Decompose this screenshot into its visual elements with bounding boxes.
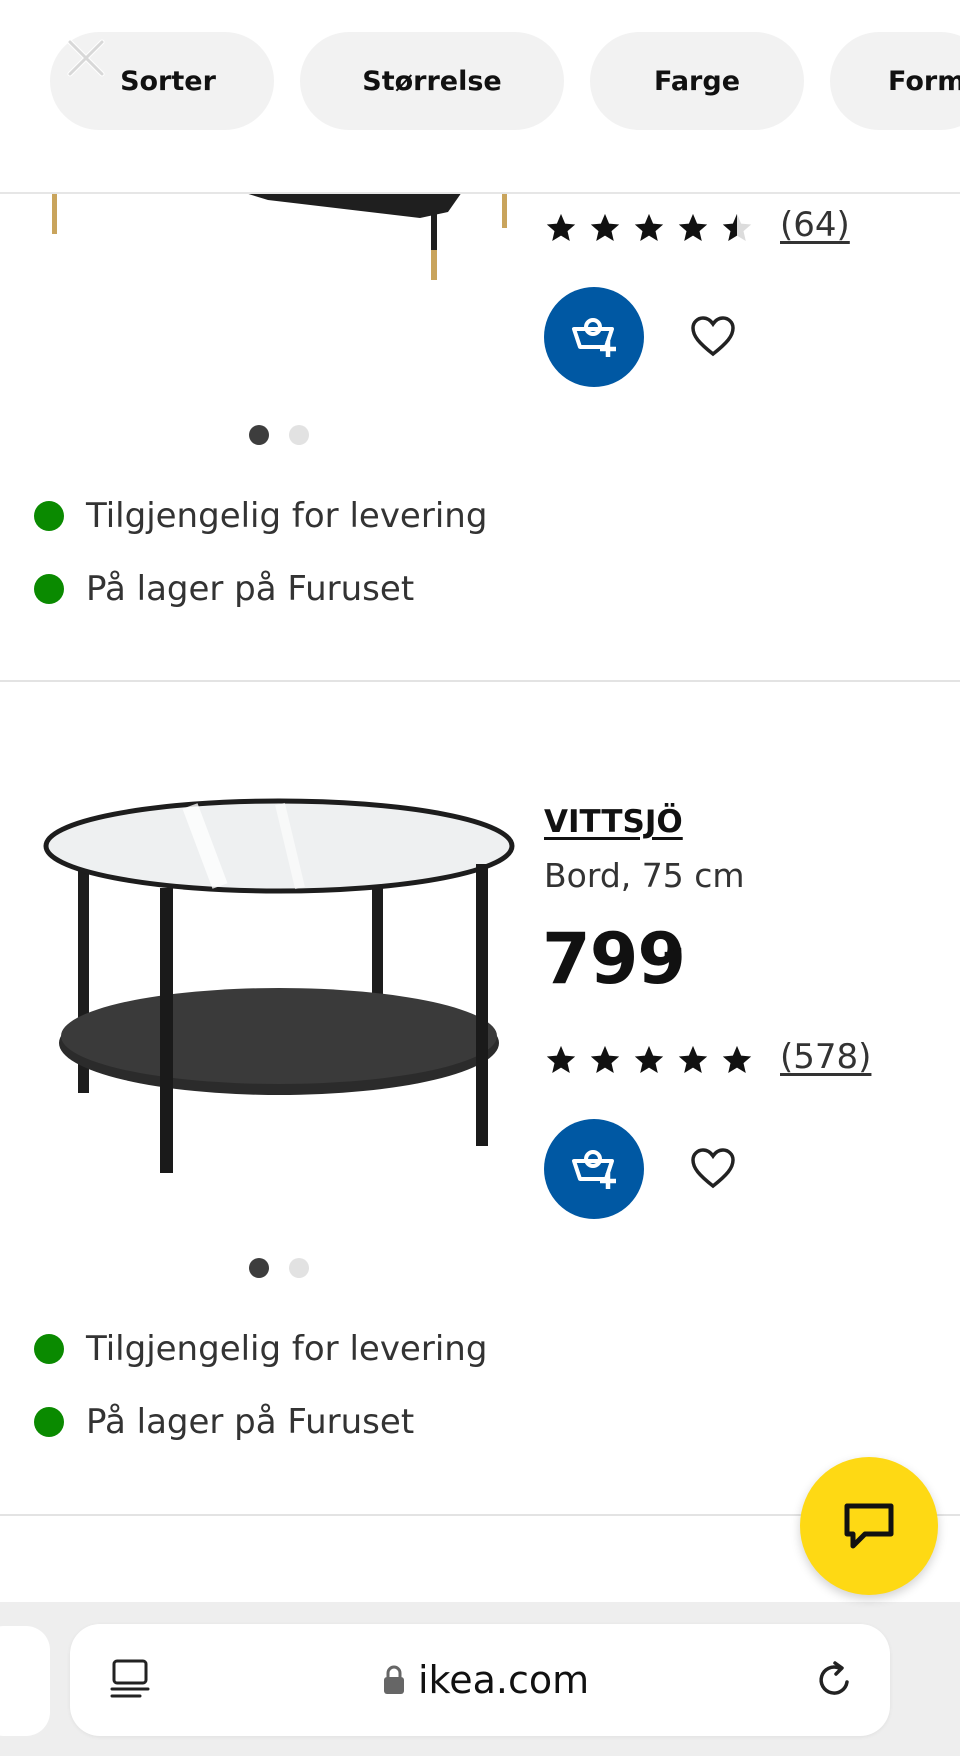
add-to-cart-icon xyxy=(572,1150,616,1189)
price-suffix: ,- xyxy=(662,934,683,964)
add-to-cart-icon xyxy=(572,318,616,357)
star-icon xyxy=(722,1045,752,1074)
product-name-link[interactable]: VITTSJÖ xyxy=(544,804,683,840)
star-icon xyxy=(590,1045,620,1074)
carousel-dot-active[interactable] xyxy=(249,1258,269,1278)
product-image[interactable] xyxy=(30,780,520,1190)
filter-chip-color[interactable]: Farge xyxy=(590,32,804,130)
reader-mode-icon[interactable] xyxy=(110,1658,150,1700)
availability-text: På lager på Furuset xyxy=(86,1402,415,1442)
previous-tab-preview[interactable] xyxy=(0,1626,50,1736)
filter-chip-shape[interactable]: Form xyxy=(830,32,960,130)
availability-text: På lager på Furuset xyxy=(86,569,415,609)
availability-store: På lager på Furuset xyxy=(34,569,414,609)
divider xyxy=(0,680,960,682)
chat-icon xyxy=(844,1503,894,1549)
status-dot-green xyxy=(34,1334,64,1364)
star-icon xyxy=(546,213,576,242)
rating-stars xyxy=(544,1043,754,1077)
chat-button[interactable] xyxy=(800,1457,938,1595)
status-dot-green xyxy=(34,1407,64,1437)
browser-toolbar: ikea.com xyxy=(0,1602,960,1756)
star-icon xyxy=(546,1045,576,1074)
status-dot-green xyxy=(34,501,64,531)
review-count-link[interactable]: (578) xyxy=(780,1037,871,1077)
image-carousel-dots xyxy=(249,1258,309,1278)
product-image[interactable] xyxy=(0,192,520,402)
filter-chip-label: Størrelse xyxy=(362,65,502,97)
availability-delivery: Tilgjengelig for levering xyxy=(34,496,487,536)
status-dot-green xyxy=(34,574,64,604)
carousel-dot[interactable] xyxy=(289,425,309,445)
review-count-link[interactable]: (64) xyxy=(780,205,850,245)
availability-delivery: Tilgjengelig for levering xyxy=(34,1329,487,1369)
availability-text: Tilgjengelig for levering xyxy=(86,496,488,536)
star-half-icon xyxy=(722,213,752,242)
close-icon[interactable] xyxy=(66,38,106,78)
heart-icon[interactable] xyxy=(689,1146,737,1190)
filter-chip-label: Farge xyxy=(653,65,741,97)
star-icon xyxy=(678,213,708,242)
star-icon xyxy=(590,213,620,242)
address-bar[interactable]: ikea.com xyxy=(70,1624,890,1736)
carousel-dot[interactable] xyxy=(289,1258,309,1278)
rating-stars xyxy=(544,211,754,245)
reload-icon[interactable] xyxy=(815,1660,855,1700)
lock-icon xyxy=(384,1665,404,1694)
carousel-dot-active[interactable] xyxy=(249,425,269,445)
star-icon xyxy=(678,1045,708,1074)
filter-chip-label: Sorter xyxy=(120,65,216,97)
add-to-cart-button[interactable] xyxy=(544,1119,644,1219)
star-icon xyxy=(634,1045,664,1074)
product-description: Bord, 75 cm xyxy=(544,856,745,895)
star-icon xyxy=(634,213,664,242)
availability-text: Tilgjengelig for levering xyxy=(86,1329,488,1369)
add-to-cart-button[interactable] xyxy=(544,287,644,387)
filter-chip-size[interactable]: Størrelse xyxy=(300,32,564,130)
filter-chip-label: Form xyxy=(888,65,960,97)
availability-store: På lager på Furuset xyxy=(34,1402,414,1442)
url-text: ikea.com xyxy=(418,1658,590,1702)
image-carousel-dots xyxy=(249,425,309,445)
heart-icon[interactable] xyxy=(689,314,737,358)
filter-bar: Sorter Størrelse Farge Form xyxy=(0,0,960,194)
